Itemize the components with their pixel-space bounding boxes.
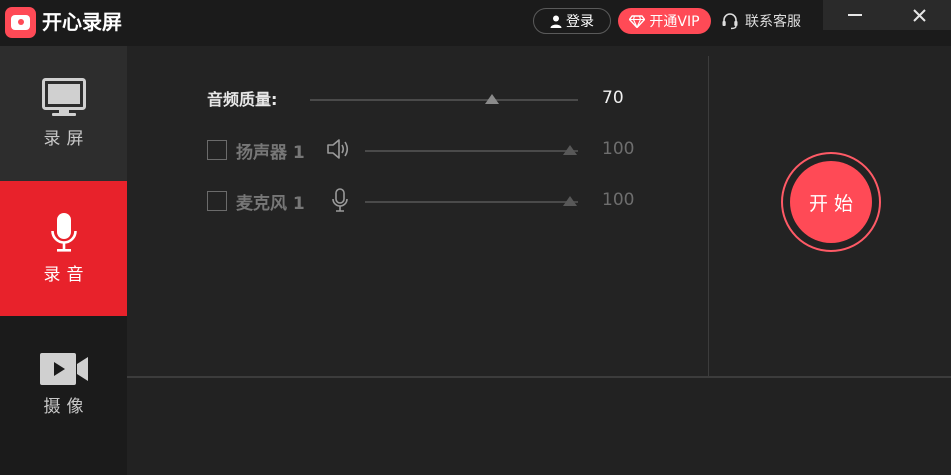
microphone-icon: [50, 213, 77, 252]
sidebar: 录屏 录音 摄像: [0, 46, 127, 475]
audio-quality-label: 音频质量:: [207, 90, 278, 109]
microphone-volume-slider[interactable]: [365, 196, 578, 208]
vip-button[interactable]: 开通VIP: [618, 8, 711, 34]
speaker-row: 扬声器 1: [207, 136, 305, 164]
speaker-checkbox[interactable]: [207, 140, 227, 160]
start-button[interactable]: 开始: [781, 152, 881, 252]
speaker-volume-value: 100: [602, 139, 635, 159]
microphone-checkbox[interactable]: [207, 191, 227, 211]
user-icon: [550, 15, 562, 28]
camera-icon: [39, 353, 88, 385]
login-button[interactable]: 登录: [533, 8, 611, 34]
slider-track: [365, 201, 578, 203]
slider-track: [310, 99, 578, 101]
sidebar-item-label: 摄像: [43, 397, 90, 417]
microphone-label: 麦克风 1: [236, 193, 305, 214]
audio-quality-value: 70: [602, 88, 624, 108]
speaker-volume-slider[interactable]: [365, 145, 578, 157]
minimize-icon: [848, 14, 862, 16]
speaker-icon: [327, 139, 349, 159]
close-button[interactable]: [887, 0, 951, 30]
sidebar-item-label: 录屏: [43, 129, 90, 149]
microphone-volume-value: 100: [602, 190, 635, 210]
bottom-panel: [127, 378, 951, 475]
speaker-label: 扬声器 1: [236, 142, 305, 163]
close-icon: [912, 8, 926, 22]
app-logo-icon: [5, 7, 36, 38]
customer-service-link[interactable]: 联系客服: [721, 8, 801, 34]
title-bar: 开心录屏 登录 开通VIP 联系客服: [0, 0, 951, 46]
vip-label: 开通VIP: [649, 14, 700, 30]
audio-quality-row: 音频质量:: [207, 84, 277, 112]
monitor-icon: [41, 78, 86, 116]
login-label: 登录: [566, 14, 594, 30]
slider-thumb[interactable]: [563, 196, 577, 206]
start-button-label: 开始: [790, 161, 872, 243]
slider-thumb[interactable]: [563, 145, 577, 155]
diamond-icon: [629, 14, 646, 28]
microphone-icon: [332, 188, 348, 212]
minimize-button[interactable]: [823, 0, 887, 30]
audio-quality-slider[interactable]: [310, 94, 578, 106]
headset-icon: [722, 13, 738, 30]
microphone-row: 麦克风 1: [207, 187, 305, 215]
slider-thumb[interactable]: [485, 94, 499, 104]
app-title: 开心录屏: [42, 10, 122, 34]
sidebar-item-screen-record[interactable]: 录屏: [0, 46, 127, 181]
slider-track: [365, 150, 578, 152]
sidebar-item-camera-record[interactable]: 摄像: [0, 316, 127, 475]
vertical-divider: [708, 56, 709, 376]
sidebar-item-label: 录音: [43, 265, 90, 285]
sidebar-item-audio-record[interactable]: 录音: [0, 181, 127, 316]
service-label: 联系客服: [745, 14, 801, 30]
